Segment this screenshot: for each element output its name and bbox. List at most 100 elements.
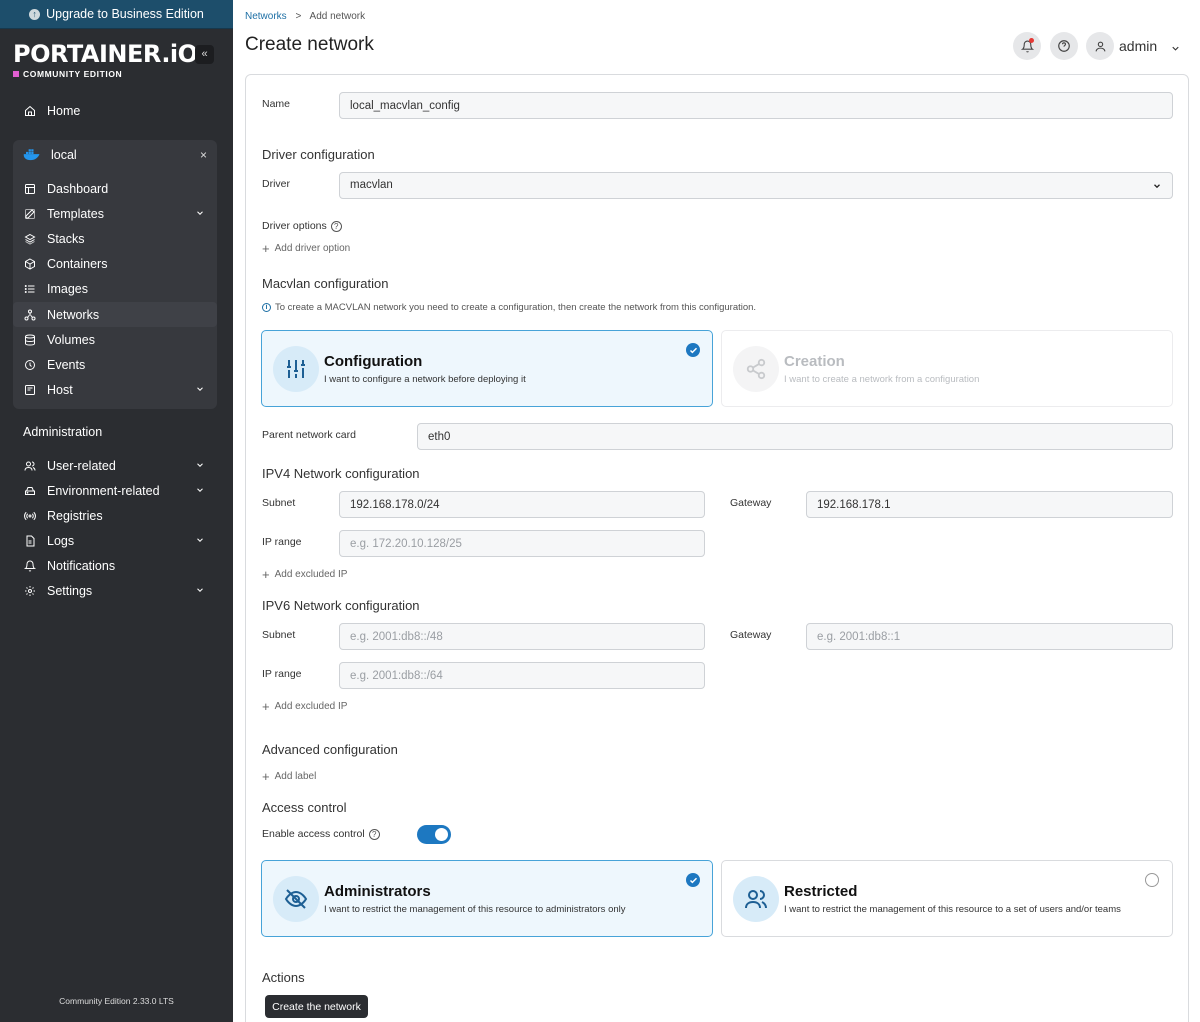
user-name[interactable]: admin xyxy=(1119,38,1157,54)
brand-name: PORTAINER.iO xyxy=(13,40,198,68)
sidebar-item-events[interactable]: Events xyxy=(13,352,217,377)
gear-icon xyxy=(23,584,36,597)
collapse-sidebar-button[interactable]: « xyxy=(195,45,214,64)
administration-heading: Administration xyxy=(23,425,103,439)
ipv6-gateway-label: Gateway xyxy=(730,629,772,641)
environment-header[interactable]: local × xyxy=(13,140,217,170)
upgrade-banner[interactable]: ↑ Upgrade to Business Edition xyxy=(0,0,233,29)
share-icon xyxy=(733,346,779,392)
sidebar-item-host[interactable]: Host xyxy=(13,377,217,402)
environment-name: local xyxy=(51,148,77,162)
plus-icon: + xyxy=(262,240,270,256)
sidebar-item-containers[interactable]: Containers xyxy=(13,251,217,276)
registries-icon xyxy=(23,509,36,522)
chevron-down-icon[interactable] xyxy=(195,459,205,473)
plus-icon: + xyxy=(262,768,270,784)
macvlan-configuration-heading: Macvlan configuration xyxy=(262,276,389,291)
ipv4-subnet-input[interactable] xyxy=(339,491,705,518)
logs-icon xyxy=(23,534,36,547)
close-environment-icon[interactable]: × xyxy=(200,148,207,162)
sidebar-item-label: Host xyxy=(47,382,73,397)
ipv4-iprange-input[interactable] xyxy=(339,530,705,557)
templates-icon xyxy=(23,207,36,220)
sidebar-item-dashboard[interactable]: Dashboard xyxy=(13,176,217,201)
chevron-down-icon[interactable] xyxy=(195,207,205,221)
macvlan-option-configuration[interactable]: Configuration I want to configure a netw… xyxy=(261,330,713,407)
chevron-down-icon[interactable] xyxy=(195,534,205,548)
notification-badge xyxy=(1029,38,1034,43)
sidebar-item-label: Stacks xyxy=(47,231,85,246)
plus-icon: + xyxy=(262,698,270,714)
driver-options-label: Driver options? xyxy=(262,220,342,232)
option-title: Configuration xyxy=(324,353,423,370)
sidebar-item-notifications[interactable]: Notifications xyxy=(13,553,217,578)
plus-icon: + xyxy=(262,566,270,582)
sidebar-item-environment-related[interactable]: Environment-related xyxy=(13,478,217,503)
environment-icon xyxy=(23,484,36,497)
volumes-icon xyxy=(23,333,36,346)
sidebar-item-volumes[interactable]: Volumes xyxy=(13,327,217,352)
chevron-down-icon[interactable] xyxy=(195,584,205,598)
networks-icon xyxy=(23,308,36,321)
sidebar-item-logs[interactable]: Logs xyxy=(13,528,217,553)
add-driver-option-button[interactable]: + Add driver option xyxy=(262,240,350,256)
name-input[interactable] xyxy=(339,92,1173,119)
sidebar-item-label: Networks xyxy=(47,307,100,322)
ipv6-add-excluded-ip-button[interactable]: + Add excluded IP xyxy=(262,698,347,714)
home-icon xyxy=(23,104,36,117)
containers-icon xyxy=(23,257,36,270)
breadcrumb: Networks > Add network xyxy=(245,11,365,22)
dashboard-icon xyxy=(23,182,36,195)
sidebar-item-images[interactable]: Images xyxy=(13,276,217,301)
add-label-button[interactable]: + Add label xyxy=(262,768,316,784)
chevron-down-icon[interactable] xyxy=(195,484,205,498)
sidebar-item-stacks[interactable]: Stacks xyxy=(13,226,217,251)
sidebar-item-settings[interactable]: Settings xyxy=(13,578,217,603)
actions-heading: Actions xyxy=(262,970,305,985)
access-option-restricted[interactable]: Restricted I want to restrict the manage… xyxy=(721,860,1173,937)
ipv4-configuration-heading: IPV4 Network configuration xyxy=(262,466,420,481)
access-control-heading: Access control xyxy=(262,800,347,815)
ipv6-gateway-input[interactable] xyxy=(806,623,1173,650)
driver-selected-value: macvlan xyxy=(350,179,393,191)
bell-icon xyxy=(23,559,36,572)
version-label: Community Edition 2.33.0 LTS xyxy=(59,996,174,1006)
help-button[interactable] xyxy=(1050,32,1078,60)
ipv6-subnet-input[interactable] xyxy=(339,623,705,650)
host-icon xyxy=(23,383,36,396)
breadcrumb-link-networks[interactable]: Networks xyxy=(245,11,287,22)
sidebar-item-registries[interactable]: Registries xyxy=(13,503,217,528)
images-icon xyxy=(23,282,36,295)
access-control-toggle[interactable] xyxy=(417,825,451,844)
sidebar-item-templates[interactable]: Templates xyxy=(13,201,217,226)
notifications-button[interactable] xyxy=(1013,32,1041,60)
driver-select[interactable]: macvlan xyxy=(339,172,1173,199)
enable-access-control-label: Enable access control? xyxy=(262,828,380,840)
users-icon xyxy=(733,876,779,922)
ipv4-add-excluded-ip-button[interactable]: + Add excluded IP xyxy=(262,566,347,582)
ipv6-iprange-label: IP range xyxy=(262,668,302,680)
advanced-configuration-heading: Advanced configuration xyxy=(262,742,398,757)
create-network-button[interactable]: Create the network xyxy=(265,995,368,1018)
breadcrumb-current: Add network xyxy=(309,11,366,22)
parent-network-card-label: Parent network card xyxy=(262,429,356,441)
access-option-administrators[interactable]: Administrators I want to restrict the ma… xyxy=(261,860,713,937)
ipv6-iprange-input[interactable] xyxy=(339,662,705,689)
chevron-down-icon xyxy=(1152,181,1162,191)
sidebar-item-user-related[interactable]: User-related xyxy=(13,453,217,478)
ipv4-gateway-input[interactable] xyxy=(806,491,1173,518)
sidebar-item-home[interactable]: Home xyxy=(13,98,217,123)
parent-network-card-input[interactable] xyxy=(417,423,1173,450)
radio-button[interactable] xyxy=(1145,873,1159,887)
macvlan-option-creation[interactable]: Creation I want to create a network from… xyxy=(721,330,1173,407)
user-avatar[interactable] xyxy=(1086,32,1114,60)
sidebar-item-networks[interactable]: Networks xyxy=(13,302,217,327)
chevron-down-icon[interactable] xyxy=(1170,41,1181,59)
sidebar-item-label: Registries xyxy=(47,508,103,523)
help-icon[interactable]: ? xyxy=(368,828,380,840)
users-icon xyxy=(23,459,36,472)
brand-logo[interactable]: PORTAINER.iO COMMUNITY EDITION xyxy=(13,40,198,79)
chevron-down-icon[interactable] xyxy=(195,383,205,397)
sidebar-item-label: User-related xyxy=(47,458,116,473)
help-icon[interactable]: ? xyxy=(330,220,342,232)
